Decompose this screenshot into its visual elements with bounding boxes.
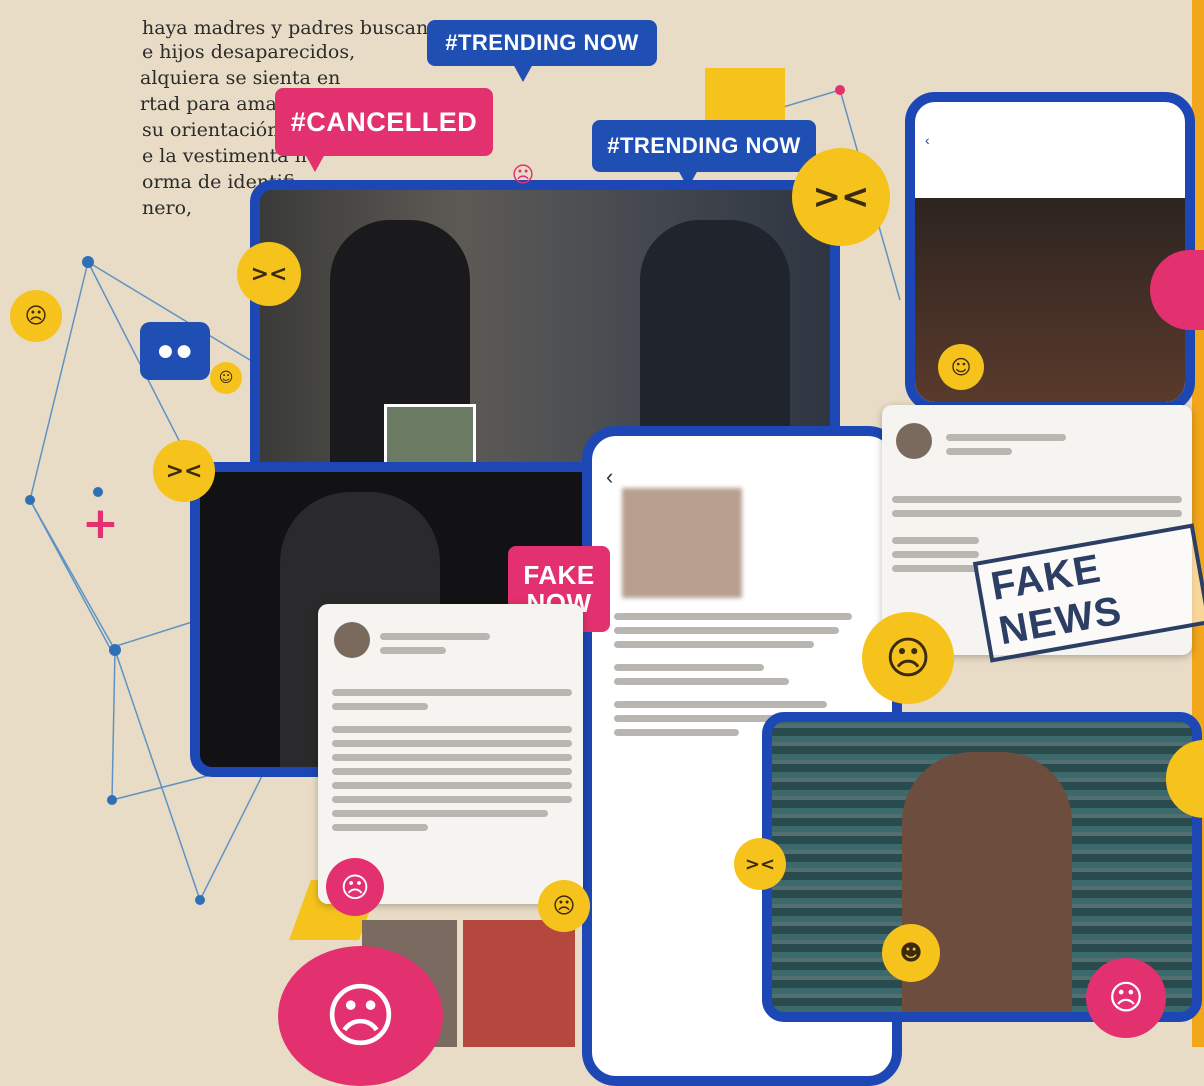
- avatar: [943, 160, 971, 188]
- sad-emoji: ☹: [10, 290, 62, 342]
- man-silhouette: [902, 752, 1072, 1012]
- angry-emoji: ><: [153, 440, 215, 502]
- sad-face-icon: ☹: [511, 162, 535, 188]
- prose-line: e hijos desaparecidos,: [142, 41, 356, 63]
- post-text-block: [332, 682, 572, 838]
- trending-now-bubble: #TRENDING NOW: [592, 120, 816, 188]
- plus-icon: +: [82, 498, 119, 549]
- chat-bubble-icon: ●●: [140, 322, 210, 380]
- back-arrow-icon[interactable]: ‹: [925, 132, 930, 148]
- trending-now-label: #TRENDING NOW: [445, 30, 639, 55]
- post-header: [946, 427, 1066, 462]
- prose-line: nero,: [142, 197, 193, 219]
- sad-face-icon: ☹: [326, 858, 384, 916]
- post-header: [380, 626, 490, 661]
- cancelled-label: #CANCELLED: [290, 106, 478, 137]
- avatar: [334, 622, 370, 658]
- yellow-block: [705, 68, 785, 128]
- sad-emoji: ☹: [538, 880, 590, 932]
- blurred-avatar: [622, 488, 742, 598]
- smile-emoji: ☺: [210, 362, 242, 394]
- laughing-emoji: ☻: [882, 924, 940, 982]
- sad-emoji: ☹: [862, 612, 954, 704]
- prose-line: haya madres y padres buscando a: [142, 17, 470, 39]
- surprised-face-icon: ☹: [1086, 958, 1166, 1038]
- avatar: [896, 423, 932, 459]
- trending-now-bubble: #TRENDING NOW: [427, 20, 657, 82]
- prose-line: alquiera se sienta en: [140, 67, 341, 89]
- fake-now-label: FAKE: [523, 560, 595, 590]
- cancelled-bubble: #CANCELLED: [275, 88, 493, 172]
- angry-face-icon: ☹: [278, 946, 443, 1086]
- back-arrow-icon[interactable]: ‹: [606, 464, 613, 490]
- thumbnail-photo[interactable]: [463, 920, 575, 1047]
- laughing-emoji: ><: [792, 148, 890, 246]
- trending-now-label: #TRENDING NOW: [607, 133, 801, 158]
- laughing-emoji: ><: [237, 242, 301, 306]
- laughing-emoji: ><: [734, 838, 786, 890]
- fake-news-label: FAKE NEWS: [987, 546, 1126, 654]
- smile-emoji: ☺: [938, 344, 984, 390]
